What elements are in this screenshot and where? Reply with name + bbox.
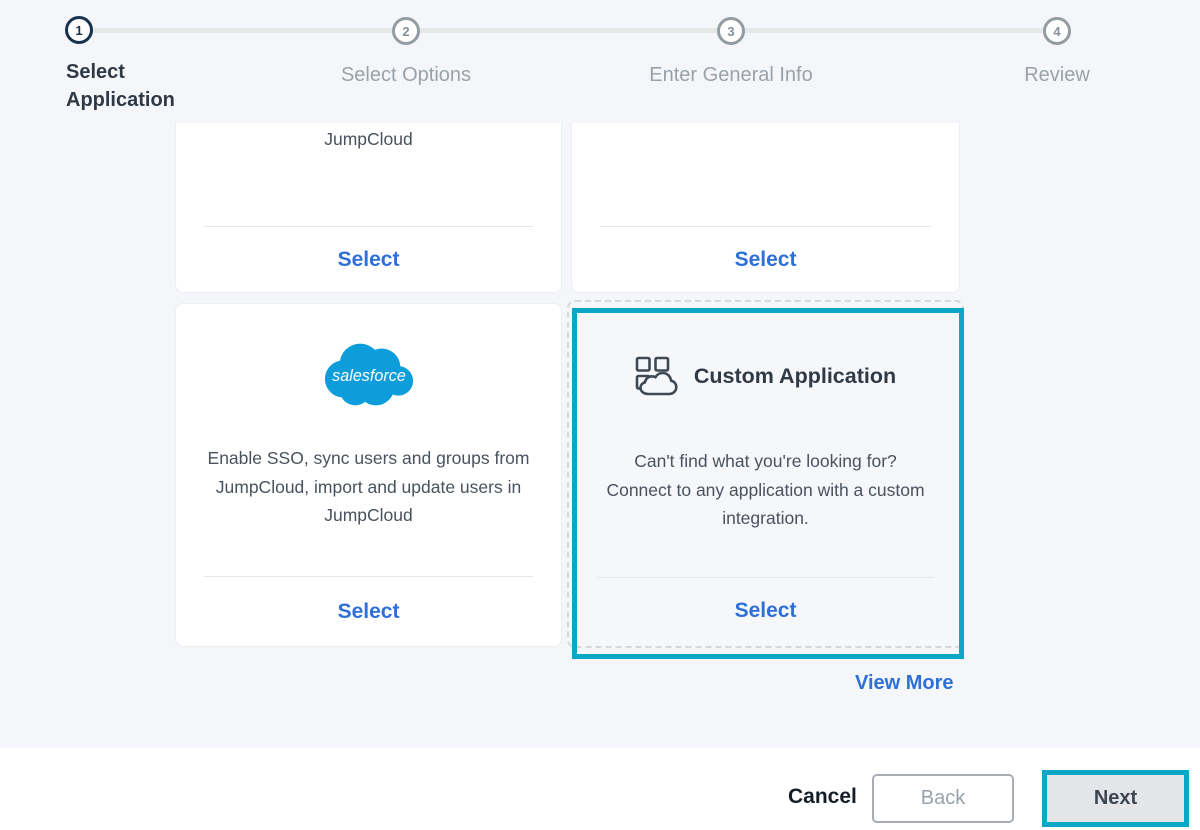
app-card-top-left: JumpCloud Select bbox=[175, 123, 562, 293]
step-4-number: 4 bbox=[1053, 24, 1060, 39]
custom-description-line: Connect to any application with a custom bbox=[589, 476, 942, 505]
step-2-label: Select Options bbox=[256, 61, 556, 89]
select-button-custom-application[interactable]: Select bbox=[735, 599, 797, 623]
salesforce-description-line: Enable SSO, sync users and groups from bbox=[186, 444, 551, 473]
salesforce-description-line: JumpCloud bbox=[186, 501, 551, 530]
next-button[interactable]: Next bbox=[1042, 770, 1189, 827]
custom-application-icon bbox=[635, 356, 681, 396]
step-2-indicator: 2 bbox=[392, 17, 420, 45]
stepper-track bbox=[80, 28, 1057, 33]
view-more-link[interactable]: View More bbox=[855, 672, 954, 695]
app-card-top-right: Select bbox=[571, 123, 960, 293]
select-button-salesforce[interactable]: Select bbox=[338, 600, 400, 624]
wizard-footer: Cancel Back Next bbox=[0, 748, 1200, 830]
step-4-indicator: 4 bbox=[1043, 17, 1071, 45]
svg-text:salesforce: salesforce bbox=[332, 367, 406, 385]
step-1-indicator: 1 bbox=[65, 16, 93, 44]
step-3-indicator: 3 bbox=[717, 17, 745, 45]
cancel-button[interactable]: Cancel bbox=[782, 784, 863, 810]
step-1-label: Select Application bbox=[66, 58, 216, 114]
step-3-number: 3 bbox=[727, 24, 734, 39]
select-button-top-left[interactable]: Select bbox=[338, 248, 400, 272]
step-1-number: 1 bbox=[75, 23, 82, 38]
custom-application-title: Custom Application bbox=[694, 364, 896, 389]
back-button[interactable]: Back bbox=[872, 774, 1014, 823]
step-3-label: Enter General Info bbox=[581, 61, 881, 89]
salesforce-logo-icon: salesforce bbox=[320, 337, 418, 413]
app-card-custom-application: Custom Application Can't find what you'r… bbox=[567, 300, 964, 648]
select-button-top-right[interactable]: Select bbox=[735, 248, 797, 272]
custom-description-line: integration. bbox=[589, 504, 942, 533]
app-card-top-left-description: JumpCloud bbox=[176, 125, 561, 153]
app-card-salesforce: salesforce Enable SSO, sync users and gr… bbox=[175, 303, 562, 647]
step-2-number: 2 bbox=[402, 24, 409, 39]
step-4-label: Review bbox=[907, 61, 1200, 89]
salesforce-description-line: JumpCloud, import and update users in bbox=[186, 473, 551, 502]
custom-description-line: Can't find what you're looking for? bbox=[589, 447, 942, 476]
